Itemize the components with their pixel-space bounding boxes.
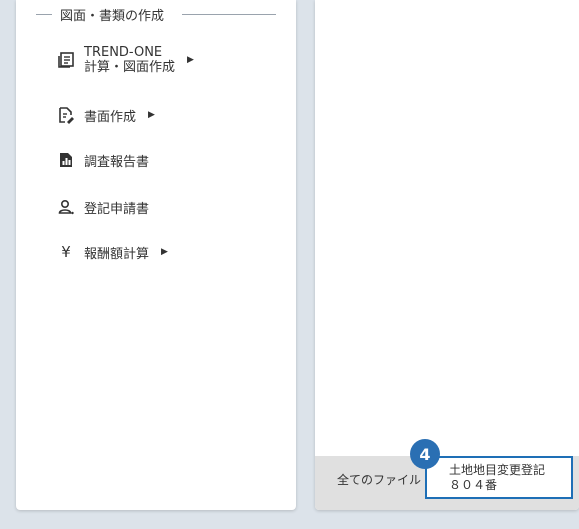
menu-item-label: 書面作成 (84, 109, 137, 125)
file-tab-bar: 全てのファイル 土地地目変更登記 ８０４番 (315, 456, 579, 510)
section-header: 図面・書類の作成 (36, 4, 276, 24)
caret-right-icon: ▶ (187, 55, 194, 65)
report-chart-icon (56, 150, 76, 170)
menu-item-document-creation[interactable]: 書面作成 ▶ (56, 105, 155, 125)
menu-item-label: 調査報告書 (84, 154, 150, 170)
menu-item-label: 登記申請書 (84, 201, 150, 217)
menu-item-survey-report[interactable]: 調査報告書 (56, 150, 149, 170)
menu-item-trend-one[interactable]: TREND-ONE 計算・図面作成 ▶ (56, 45, 194, 75)
divider (182, 13, 276, 15)
person-apply-icon (56, 197, 76, 217)
document-edit-icon (56, 105, 76, 125)
menu-item-fee-calculation[interactable]: ¥ 報酬額計算 ▶ (56, 242, 168, 262)
divider (36, 13, 52, 15)
menu-item-registration-application[interactable]: 登記申請書 (56, 197, 149, 217)
tab-label-line1: 土地地目変更登記 (449, 463, 546, 477)
caret-right-icon: ▶ (148, 110, 155, 120)
tab-all-files[interactable]: 全てのファイル (337, 471, 421, 488)
left-menu-panel: 図面・書類の作成 TREND-ONE 計算・図面作成 ▶ 書面作成 ▶ 調査報告… (16, 0, 296, 510)
section-title: 図面・書類の作成 (60, 8, 165, 24)
yen-icon: ¥ (61, 243, 71, 261)
menu-item-label: TREND-ONE 計算・図面作成 (84, 45, 176, 75)
caret-right-icon: ▶ (161, 247, 168, 257)
tab-active-file[interactable]: 土地地目変更登記 ８０４番 (425, 456, 573, 499)
callout-badge: 4 (410, 439, 440, 469)
menu-item-label: 報酬額計算 (84, 246, 150, 262)
tab-label-line2: ８０４番 (449, 478, 498, 492)
document-list-icon (56, 50, 76, 70)
right-content-panel: 全てのファイル 土地地目変更登記 ８０４番 (315, 0, 579, 510)
